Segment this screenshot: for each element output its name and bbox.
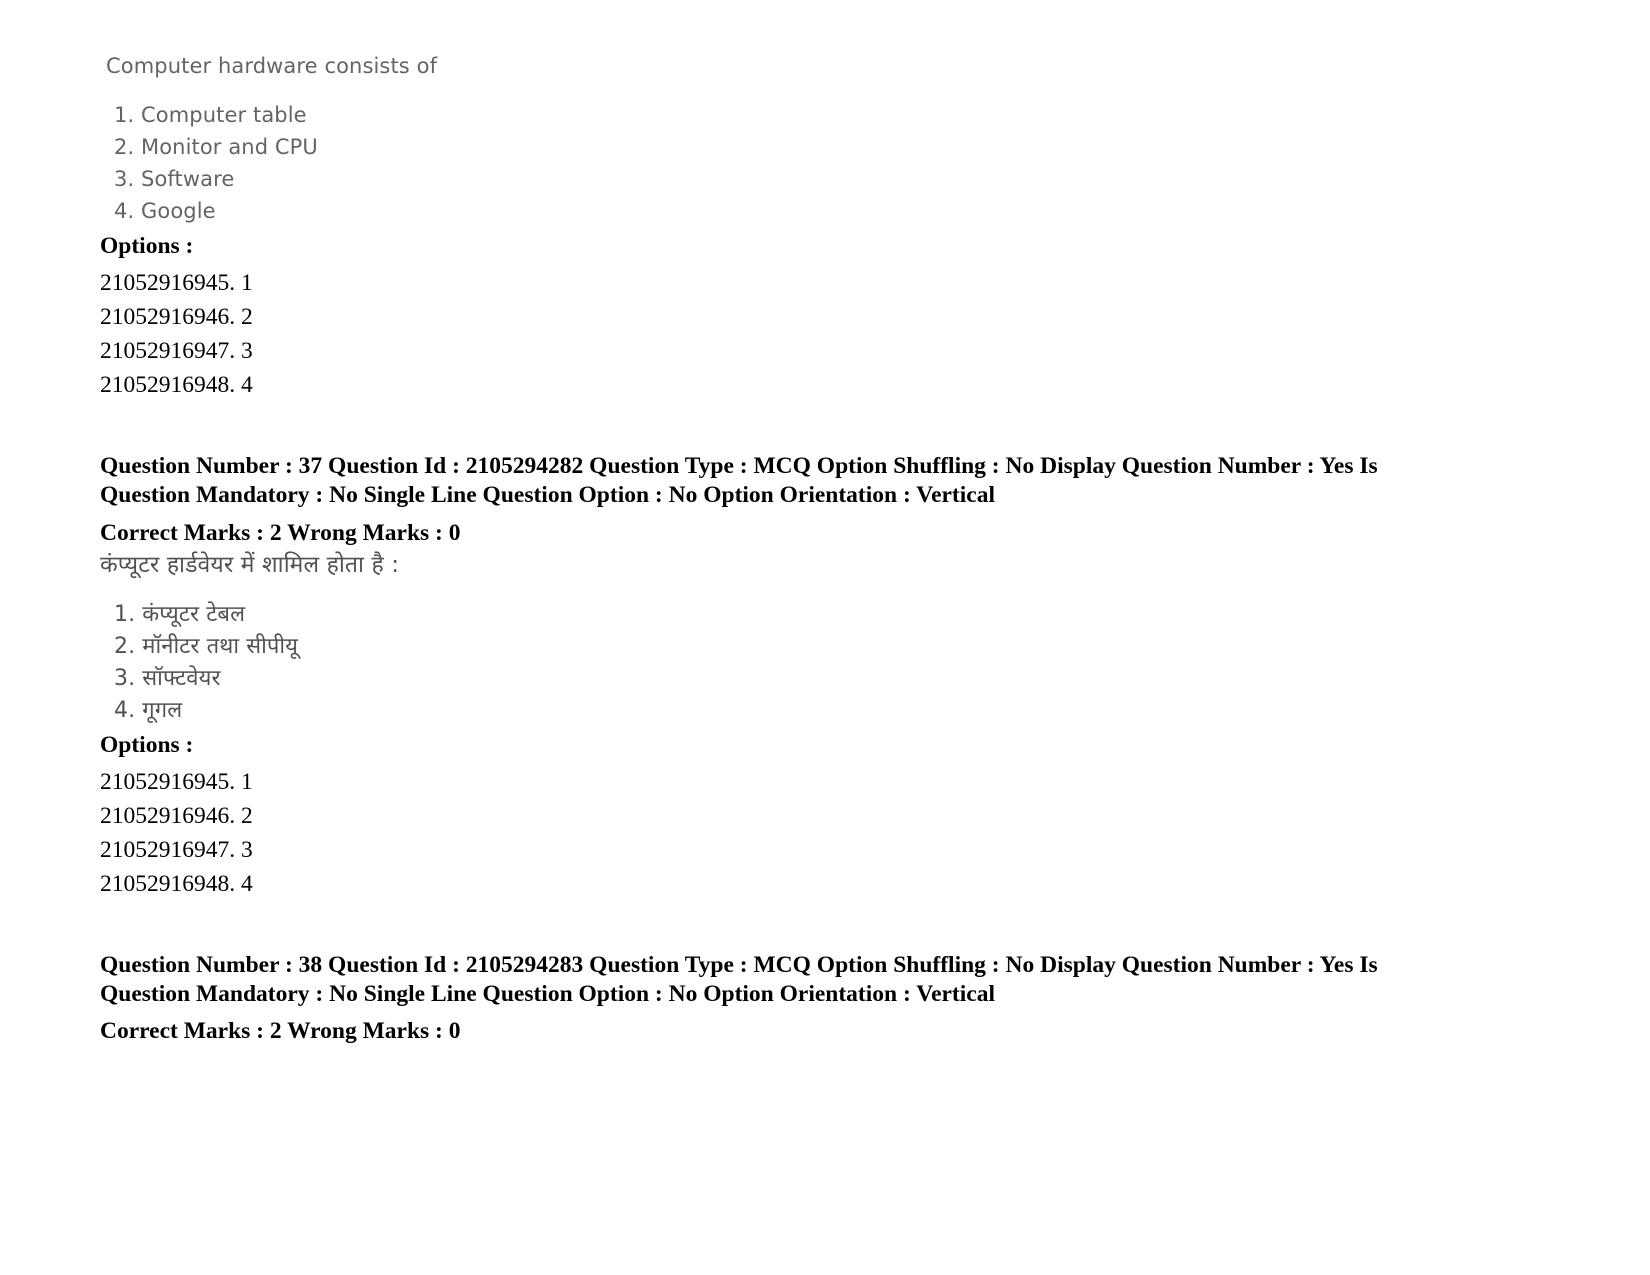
question-36-stem-block: Computer hardware consists of 1. Compute… (100, 56, 1550, 222)
question-36-options-label: Options : (100, 233, 194, 259)
question-36-option-3: 21052916947. 3 (100, 338, 253, 365)
question-36-choice-2: 2. Monitor and CPU (114, 135, 318, 159)
question-38-section: Question Number : 38 Question Id : 21052… (100, 951, 1550, 1045)
question-36-option-4: 21052916948. 4 (100, 372, 253, 399)
question-36-choice-1: 1. Computer table (114, 103, 307, 127)
question-37-meta-line-1: Question Number : 37 Question Id : 21052… (100, 453, 1378, 480)
question-37-marks: Correct Marks : 2 Wrong Marks : 0 (100, 519, 461, 546)
question-37-options-label: Options : (100, 731, 194, 758)
question-37-stem-block: कंप्यूटर हार्डवेयर में शामिल होता है : 1… (100, 551, 1550, 723)
question-37-choice-list: 1. कंप्यूटर टेबल 2. मॉनीटर तथा सीपीयू 3.… (100, 601, 1550, 723)
question-38-metadata: Question Number : 38 Question Id : 21052… (100, 951, 1550, 1009)
question-37-section: Question Number : 37 Question Id : 21052… (100, 452, 1550, 901)
question-38-meta-line-2: Question Mandatory : No Single Line Ques… (100, 981, 995, 1008)
question-36-choice-3: 3. Software (114, 167, 235, 191)
question-37-stem-hindi: कंप्यूटर हार्डवेयर में शामिल होता है : (100, 551, 400, 578)
question-37-option-2: 21052916946. 2 (100, 802, 253, 829)
question-38-marks: Correct Marks : 2 Wrong Marks : 0 (100, 1018, 461, 1045)
question-37-choice-1: 1. कंप्यूटर टेबल (114, 601, 246, 627)
question-37-option-3: 21052916947. 3 (100, 836, 253, 863)
question-36-options-list: 21052916945. 1 21052916946. 2 2105291694… (100, 266, 1550, 402)
question-36-choice-4: 4. Google (114, 199, 216, 223)
question-paper-page: Computer hardware consists of 1. Compute… (0, 0, 1650, 1275)
question-37-metadata: Question Number : 37 Question Id : 21052… (100, 452, 1550, 510)
question-36-stem: Computer hardware consists of (106, 54, 438, 78)
question-37-meta-line-2: Question Mandatory : No Single Line Ques… (100, 482, 995, 509)
question-37-choice-2: 2. मॉनीटर तथा सीपीयू (114, 633, 299, 659)
question-36-continued-section: Computer hardware consists of 1. Compute… (100, 56, 1550, 402)
question-37-option-4: 21052916948. 4 (100, 870, 253, 897)
question-37-choice-3: 3. सॉफ्टवेयर (114, 665, 221, 691)
question-36-option-2: 21052916946. 2 (100, 304, 253, 331)
question-36-option-1: 21052916945. 1 (100, 270, 253, 296)
question-37-options-list: 21052916945. 1 21052916946. 2 2105291694… (100, 765, 1550, 901)
question-36-choice-list: 1. Computer table 2. Monitor and CPU 3. … (100, 105, 1550, 222)
question-37-option-1: 21052916945. 1 (100, 768, 253, 795)
question-37-choice-4: 4. गूगल (114, 697, 183, 723)
question-38-meta-line-1: Question Number : 38 Question Id : 21052… (100, 952, 1378, 979)
